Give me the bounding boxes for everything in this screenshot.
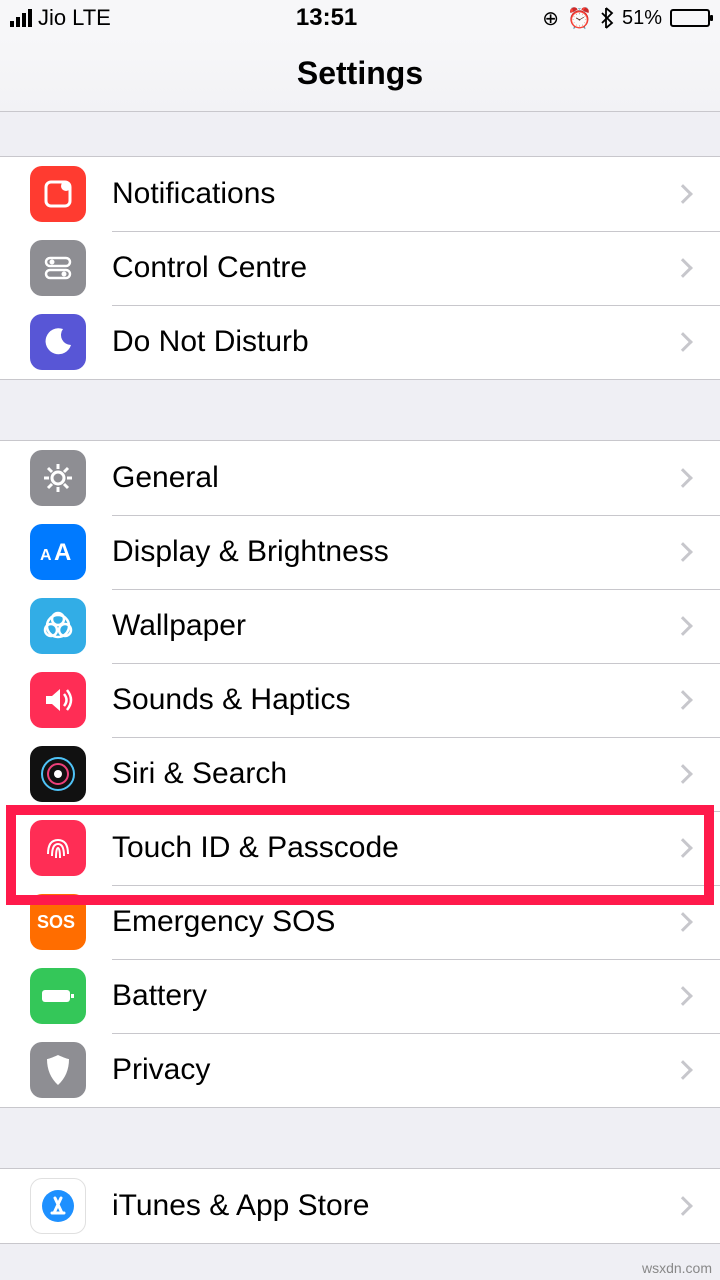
row-notifications[interactable]: Notifications [0,157,720,231]
settings-group-2: General AA Display & Brightness Wallpape… [0,440,720,1108]
sounds-icon [30,672,86,728]
battery-pct: 51% [622,7,662,30]
chevron-right-icon [673,838,693,858]
general-icon [30,450,86,506]
row-touchid[interactable]: Touch ID & Passcode [0,811,720,885]
row-label: Siri & Search [112,757,676,791]
chevron-right-icon [673,1060,693,1080]
row-dnd[interactable]: Do Not Disturb [0,305,720,379]
row-label: General [112,461,676,495]
row-label: iTunes & App Store [112,1189,676,1223]
row-label: Notifications [112,177,676,211]
appstore-icon [30,1178,86,1234]
sos-icon: SOS [30,894,86,950]
row-label: Control Centre [112,251,676,285]
chevron-right-icon [673,258,693,278]
watermark: wsxdn.com [642,1260,712,1276]
status-right: ⊕ ⏰ 51% [542,6,710,31]
row-itunes[interactable]: iTunes & App Store [0,1169,720,1243]
row-siri[interactable]: Siri & Search [0,737,720,811]
row-display[interactable]: AA Display & Brightness [0,515,720,589]
chevron-right-icon [673,184,693,204]
status-time: 13:51 [296,4,357,32]
carrier-label: Jio [38,5,66,31]
control-centre-icon [30,240,86,296]
chevron-right-icon [673,912,693,932]
row-control-centre[interactable]: Control Centre [0,231,720,305]
row-privacy[interactable]: Privacy [0,1033,720,1107]
svg-text:SOS: SOS [37,912,75,932]
row-sos[interactable]: SOS Emergency SOS [0,885,720,959]
bluetooth-icon [600,7,614,29]
row-wallpaper[interactable]: Wallpaper [0,589,720,663]
settings-group-3: iTunes & App Store [0,1168,720,1244]
notifications-icon [30,166,86,222]
row-sounds[interactable]: Sounds & Haptics [0,663,720,737]
row-label: Privacy [112,1053,676,1087]
dnd-icon [30,314,86,370]
signal-icon [10,9,32,27]
alarm-icon: ⏰ [567,6,592,31]
status-bar: Jio LTE 13:51 ⊕ ⏰ 51% [0,0,720,36]
chevron-right-icon [673,986,693,1006]
svg-text:A: A [40,547,52,564]
chevron-right-icon [673,764,693,784]
battery-row-icon [30,968,86,1024]
row-label: Battery [112,979,676,1013]
row-label: Do Not Disturb [112,325,676,359]
page-title: Settings [297,55,423,92]
row-label: Touch ID & Passcode [112,831,676,865]
chevron-right-icon [673,1196,693,1216]
row-label: Wallpaper [112,609,676,643]
row-general[interactable]: General [0,441,720,515]
battery-icon [670,9,710,27]
display-icon: AA [30,524,86,580]
siri-icon [30,746,86,802]
nav-bar: Settings [0,36,720,112]
touchid-icon [30,820,86,876]
network-label: LTE [72,5,111,31]
chevron-right-icon [673,690,693,710]
chevron-right-icon [673,332,693,352]
row-battery[interactable]: Battery [0,959,720,1033]
row-label: Emergency SOS [112,905,676,939]
settings-group-1: Notifications Control Centre Do Not Dist… [0,156,720,380]
privacy-icon [30,1042,86,1098]
wallpaper-icon [30,598,86,654]
chevron-right-icon [673,542,693,562]
row-label: Sounds & Haptics [112,683,676,717]
row-label: Display & Brightness [112,535,676,569]
chevron-right-icon [673,468,693,488]
orientation-lock-icon: ⊕ [542,6,559,31]
status-left: Jio LTE [10,5,111,31]
svg-text:A: A [54,539,71,566]
chevron-right-icon [673,616,693,636]
